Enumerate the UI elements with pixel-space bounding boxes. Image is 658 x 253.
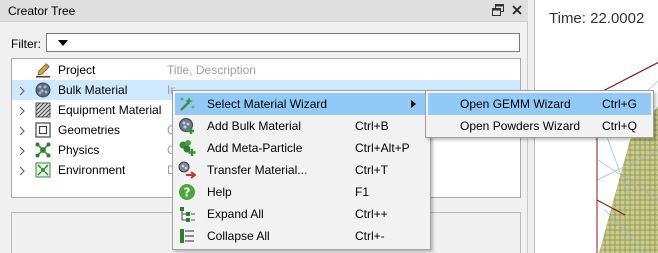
chevron-right-icon[interactable]	[18, 85, 26, 96]
chevron-right-icon[interactable]	[18, 105, 26, 116]
menu-item-add-bulk-material[interactable]: Add Bulk Material Ctrl+B	[175, 115, 428, 137]
tree-item-label: Bulk Material	[58, 83, 128, 97]
tree-item-label: Geometries	[58, 123, 121, 137]
menu-item-help[interactable]: ? Help F1	[175, 181, 428, 203]
menu-item-label: Add Bulk Material	[207, 119, 302, 133]
filter-dropdown[interactable]	[46, 33, 520, 52]
geometry-icon	[35, 122, 51, 138]
menu-item-shortcut: Ctrl+-	[355, 229, 385, 243]
tree-item-label: Physics	[58, 143, 100, 157]
menu-item-shortcut: Ctrl+T	[355, 163, 388, 177]
svg-text:?: ?	[184, 186, 191, 200]
tree-item-label: Project	[58, 63, 96, 77]
simulation-time-label: Time: 22.0002	[549, 10, 645, 27]
collapse-all-icon	[178, 227, 196, 245]
menu-item-label: Collapse All	[207, 229, 270, 243]
add-bulk-icon	[178, 117, 196, 135]
bulk-material-icon	[35, 82, 51, 98]
panel-title-bar: Creator Tree	[0, 0, 528, 22]
menu-item-shortcut: Ctrl+G	[602, 97, 638, 111]
physics-icon	[35, 142, 51, 158]
menu-item-shortcut: Ctrl++	[355, 207, 388, 221]
float-window-icon[interactable]	[492, 4, 504, 16]
tree-context-menu: Select Material Wizard Add Bulk Material…	[172, 90, 431, 250]
menu-item-label: Add Meta-Particle	[207, 141, 303, 155]
menu-item-add-meta-particle[interactable]: Add Meta-Particle Ctrl+Alt+P	[175, 137, 428, 159]
chevron-down-icon	[58, 40, 68, 46]
menu-item-open-gemm-wizard[interactable]: Open GEMM Wizard Ctrl+G	[428, 93, 651, 115]
menu-item-label: Open GEMM Wizard	[460, 97, 571, 111]
close-icon[interactable]	[511, 4, 523, 16]
tree-item-label: Equipment Material	[58, 103, 162, 117]
transfer-icon	[178, 161, 197, 179]
menu-item-shortcut: Ctrl+Q	[602, 119, 638, 133]
menu-item-label: Select Material Wizard	[207, 97, 328, 111]
menu-item-collapse-all[interactable]: Collapse All Ctrl+-	[175, 225, 428, 247]
submenu-arrow-icon	[411, 100, 416, 108]
tree-item-project[interactable]: Project Title, Description	[12, 60, 520, 80]
menu-item-shortcut: F1	[355, 185, 370, 199]
menu-item-label: Transfer Material...	[207, 163, 308, 177]
pencil-icon	[35, 62, 51, 78]
menu-item-shortcut: Ctrl+B	[355, 119, 389, 133]
menu-item-transfer-material[interactable]: Transfer Material... Ctrl+T	[175, 159, 428, 181]
filter-label: Filter:	[11, 37, 41, 51]
menu-item-open-powders-wizard[interactable]: Open Powders Wizard Ctrl+Q	[428, 115, 651, 137]
chevron-right-icon[interactable]	[18, 165, 26, 176]
menu-item-expand-all[interactable]: Expand All Ctrl++	[175, 203, 428, 225]
environment-icon	[35, 162, 51, 178]
wizard-icon	[178, 95, 196, 113]
menu-item-label: Help	[207, 185, 232, 199]
tree-item-label: Environment	[58, 163, 126, 177]
menu-item-label: Open Powders Wizard	[460, 119, 581, 133]
menu-item-select-material-wizard[interactable]: Select Material Wizard	[175, 93, 428, 115]
menu-item-label: Expand All	[207, 207, 264, 221]
meta-particle-icon	[178, 139, 196, 157]
expand-all-icon	[178, 205, 196, 223]
chevron-right-icon[interactable]	[18, 145, 26, 156]
help-icon: ?	[178, 183, 196, 201]
material-wizard-submenu: Open GEMM Wizard Ctrl+G Open Powders Wiz…	[425, 90, 654, 138]
chevron-right-icon[interactable]	[18, 125, 26, 136]
equipment-material-icon	[35, 102, 51, 118]
panel-title: Creator Tree	[8, 4, 76, 18]
tree-item-description: Title, Description	[167, 63, 256, 77]
menu-item-shortcut: Ctrl+Alt+P	[355, 141, 410, 155]
